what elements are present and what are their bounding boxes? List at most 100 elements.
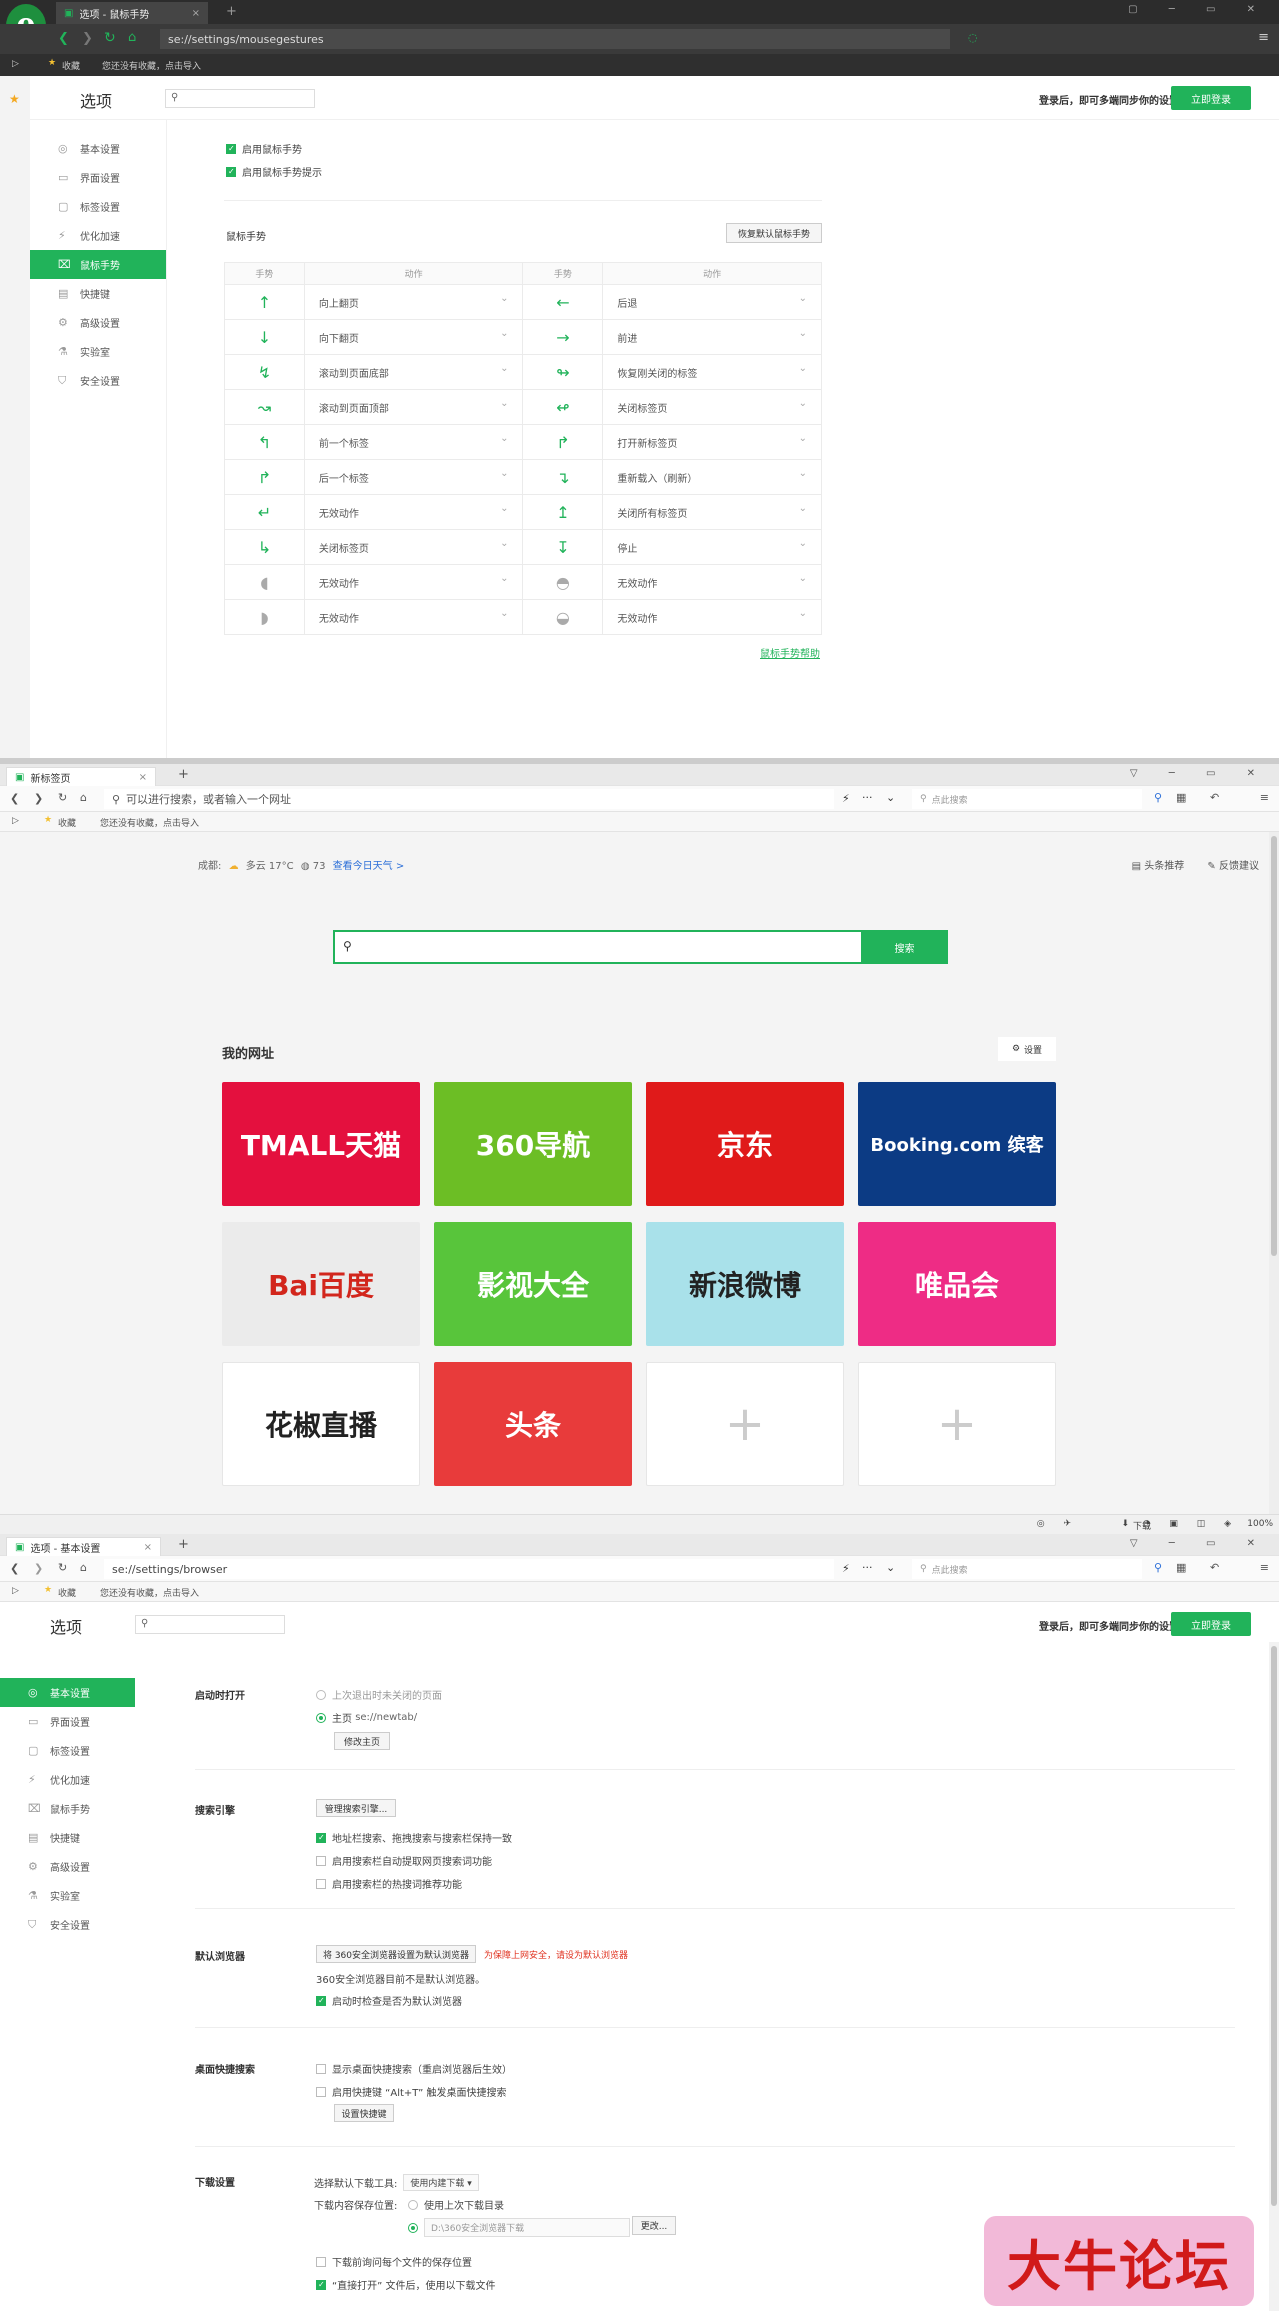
enable-gestures-checkbox[interactable]: 启用鼠标手势 <box>226 141 302 156</box>
dropdown-icon[interactable]: ⌄ <box>886 1561 895 1574</box>
weather-link[interactable]: 查看今日天气 > <box>333 861 405 872</box>
search-box[interactable]: ⚲ 点此搜索 <box>912 1559 1142 1579</box>
menu-icon[interactable]: ≡ <box>1258 30 1269 45</box>
search-extract-checkbox[interactable]: 启用搜索栏自动提取网页搜索词功能 <box>316 1853 492 1868</box>
more-icon[interactable]: ··· <box>862 1561 873 1574</box>
sidebar-toggle-icon[interactable]: ▷ <box>12 816 19 826</box>
add-site-tile[interactable]: + <box>858 1362 1056 1486</box>
scrollbar-thumb[interactable] <box>1271 1646 1277 2206</box>
window-controls[interactable]: ▽ ─ ▭ ✕ <box>1130 768 1269 779</box>
site-tile[interactable]: 新浪微博 <box>646 1222 844 1346</box>
add-site-tile[interactable]: + <box>646 1362 844 1486</box>
settings-search-input[interactable]: ⚲ <box>165 89 315 108</box>
sidebar-item-6[interactable]: ⚙ 高级设置 <box>30 308 166 337</box>
login-button[interactable]: 立即登录 <box>1171 86 1251 110</box>
gesture-action-select[interactable]: 停止 <box>602 529 822 565</box>
login-button[interactable]: 立即登录 <box>1171 1612 1251 1636</box>
site-tile[interactable]: 唯品会 <box>858 1222 1056 1346</box>
gesture-action-select[interactable]: 重新载入（刷新） <box>602 459 822 495</box>
reload-icon[interactable]: ↻ <box>104 30 116 46</box>
back-icon[interactable]: ❮ <box>58 31 69 46</box>
forward-icon[interactable]: ❯ <box>34 1562 43 1575</box>
gesture-action-select[interactable]: 无效动作 <box>303 494 524 530</box>
main-search-button[interactable]: 搜索 <box>861 930 948 964</box>
tab-settings[interactable]: ▣ 选项 - 鼠标手势 × <box>56 2 208 24</box>
download-icon[interactable]: ⬇ <box>1121 1519 1129 1529</box>
site-tile[interactable]: Bai百度 <box>222 1222 420 1346</box>
sidebar-item-1[interactable]: ▭ 界面设置 <box>0 1707 135 1736</box>
lightning-icon[interactable]: ⚡ <box>842 1562 850 1575</box>
window-controls[interactable]: ▢ ─ ▭ ✕ <box>1128 4 1269 15</box>
headline-link[interactable]: 头条推荐 <box>1144 861 1184 872</box>
sidebar-item-8[interactable]: ⛉ 安全设置 <box>0 1910 135 1939</box>
site-tile[interactable]: TMALL天猫 <box>222 1082 420 1206</box>
favorites-hint[interactable]: 您还没有收藏，点击导入 <box>100 1586 199 1599</box>
forward-icon[interactable]: ❯ <box>82 31 93 46</box>
sidebar-item-5[interactable]: ▤ 快捷键 <box>0 1823 135 1852</box>
favorites-label[interactable]: 收藏 <box>58 816 76 829</box>
settings-search-input[interactable]: ⚲ <box>135 1615 285 1634</box>
startup-option-home[interactable]: 主页 se://newtab/ <box>316 1710 417 1725</box>
menu-icon[interactable]: ≡ <box>1260 791 1269 804</box>
change-homepage-button[interactable]: 修改主页 <box>334 1732 390 1750</box>
sites-settings-button[interactable]: ⚙ 设置 <box>998 1037 1056 1061</box>
gesture-action-select[interactable]: 后退 <box>602 284 822 320</box>
gesture-action-select[interactable]: 前进 <box>602 319 822 355</box>
manage-search-engines-button[interactable]: 管理搜索引擎... <box>316 1799 396 1817</box>
change-download-dir-button[interactable]: 更改... <box>632 2216 676 2235</box>
enable-gesture-tips-checkbox[interactable]: 启用鼠标手势提示 <box>226 164 322 179</box>
download-last-dir-radio[interactable]: 使用上次下载目录 <box>408 2197 504 2212</box>
site-tile[interactable]: 花椒直播 <box>222 1362 420 1486</box>
menu-icon[interactable]: ≡ <box>1260 1561 1269 1574</box>
home-icon[interactable]: ⌂ <box>80 1561 87 1574</box>
new-tab-icon[interactable]: + <box>178 767 189 782</box>
sidebar-item-3[interactable]: ⚡ 优化加速 <box>0 1765 135 1794</box>
search-box[interactable]: ⚲ 点此搜索 <box>912 789 1142 809</box>
main-search-input[interactable]: ⚲ <box>333 930 863 964</box>
gesture-action-select[interactable]: 无效动作 <box>303 599 524 635</box>
alt-t-checkbox[interactable]: 启用快捷键 “Alt+T” 触发桌面快捷搜索 <box>316 2084 507 2099</box>
scrollbar-thumb[interactable] <box>1271 836 1277 1256</box>
search-icon[interactable]: ◌ <box>968 31 978 44</box>
reset-gestures-button[interactable]: 恢复默认鼠标手势 <box>726 223 822 243</box>
set-default-browser-button[interactable]: 将 360安全浏览器设置为默认浏览器 <box>316 1945 476 1963</box>
url-field[interactable]: se://settings/mousegestures <box>160 29 950 49</box>
download-path-input[interactable]: D:\360安全浏览器下载 <box>424 2218 630 2237</box>
gesture-action-select[interactable]: 滚动到页面底部 <box>303 354 524 390</box>
weather-widget[interactable]: 成都: ☁ 多云 17°C ◍ 73 查看今日天气 > <box>198 857 404 872</box>
lightning-icon[interactable]: ⚡ <box>842 792 850 805</box>
new-tab-icon[interactable]: + <box>178 1537 189 1552</box>
gesture-action-select[interactable]: 关闭标签页 <box>303 529 524 565</box>
tab-close-icon[interactable]: × <box>139 772 147 783</box>
apps-icon[interactable]: ▦ <box>1176 1561 1186 1574</box>
tab-close-icon[interactable]: × <box>192 8 200 19</box>
status-icons[interactable]: ◎ ✈ <box>1037 1519 1079 1529</box>
favorites-label[interactable]: 收藏 <box>62 59 80 72</box>
gesture-action-select[interactable]: 无效动作 <box>602 564 822 600</box>
window-controls[interactable]: ▽ ─ ▭ ✕ <box>1130 1538 1269 1549</box>
dropdown-icon[interactable]: ⌄ <box>886 791 895 804</box>
sidebar-item-4[interactable]: ⌧ 鼠标手势 <box>0 1794 135 1823</box>
favorites-hint[interactable]: 您还没有收藏，点击导入 <box>100 816 199 829</box>
startup-option-last[interactable]: 上次退出时未关闭的页面 <box>316 1687 442 1702</box>
gesture-action-select[interactable]: 关闭标签页 <box>602 389 822 425</box>
sidebar-item-0[interactable]: ◎ 基本设置 <box>30 134 166 163</box>
search-go-icon[interactable]: ⚲ <box>1154 1561 1162 1574</box>
back-icon[interactable]: ❮ <box>10 792 19 805</box>
search-hot-checkbox[interactable]: 启用搜索栏的热搜词推荐功能 <box>316 1876 462 1891</box>
url-field[interactable]: se://settings/browser <box>104 1559 834 1579</box>
sidebar-item-7[interactable]: ⚗ 实验室 <box>0 1881 135 1910</box>
sidebar-item-2[interactable]: ▢ 标签设置 <box>30 192 166 221</box>
site-tile[interactable]: 360导航 <box>434 1082 632 1206</box>
sidebar-item-2[interactable]: ▢ 标签设置 <box>0 1736 135 1765</box>
reload-icon[interactable]: ↻ <box>58 791 67 804</box>
site-tile[interactable]: 京东 <box>646 1082 844 1206</box>
sidebar-item-8[interactable]: ⛉ 安全设置 <box>30 366 166 395</box>
tab-newtab[interactable]: ▣ 新标签页 × <box>6 767 156 786</box>
search-sync-checkbox[interactable]: 地址栏搜索、拖拽搜索与搜索栏保持一致 <box>316 1830 512 1845</box>
gesture-action-select[interactable]: 滚动到页面顶部 <box>303 389 524 425</box>
site-tile[interactable]: Booking.com 缤客 <box>858 1082 1056 1206</box>
feedback-link[interactable]: 反馈建议 <box>1219 861 1259 872</box>
gesture-action-select[interactable]: 向下翻页 <box>303 319 524 355</box>
apps-icon[interactable]: ▦ <box>1176 791 1186 804</box>
